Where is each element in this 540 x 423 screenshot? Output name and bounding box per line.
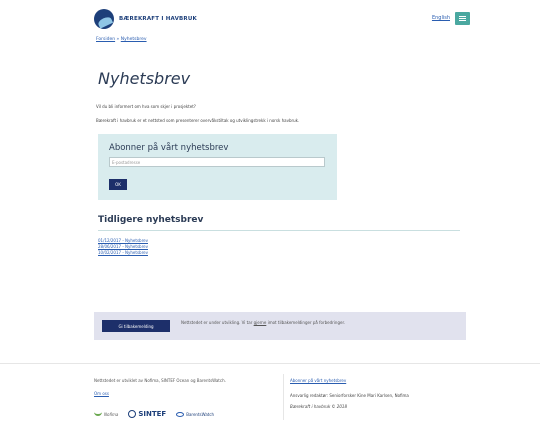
copyright-text: Bærekraft i havbruk © 2018 xyxy=(290,404,347,409)
hamburger-menu-icon-line xyxy=(459,18,466,19)
nofima-logo[interactable]: Nofima xyxy=(94,412,118,417)
sintef-logo-text: SINTEF xyxy=(138,410,167,418)
site-logo[interactable]: BÆREKRAFT I HAVBRUK xyxy=(94,9,197,29)
newsletter-link[interactable]: 01/12/2017 - Nyhetsbrev xyxy=(98,238,148,243)
footer-vertical-divider xyxy=(283,374,284,420)
hamburger-menu-icon xyxy=(459,15,466,17)
logo-text: BÆREKRAFT I HAVBRUK xyxy=(119,16,197,22)
intro-text: Vil du bli informert om hva som skjer i … xyxy=(96,104,196,109)
editor-text: Ansvarlig redaktør: Seniorforsker Kine M… xyxy=(290,393,409,398)
nofima-swoosh-icon xyxy=(94,412,102,416)
footer-owners-text: Nettstedet er utviklet av Nofima, SINTEF… xyxy=(94,378,226,383)
subscribe-panel: Abonner på vårt nyhetsbrev OK xyxy=(98,134,337,200)
previous-newsletters-list: 01/12/2017 - Nyhetsbrev 28/06/2017 - Nyh… xyxy=(98,238,148,256)
breadcrumb-current-link[interactable]: Nyhetsbrev xyxy=(121,37,147,42)
sintef-logo[interactable]: SINTEF xyxy=(128,410,166,418)
nofima-logo-text: Nofima xyxy=(104,411,119,417)
footer-subscribe-link[interactable]: Abonner på vårt nyhetsbrev xyxy=(290,378,470,383)
barentswatch-logo[interactable]: BarentsWatch xyxy=(176,411,215,417)
previous-newsletters-title: Tidligere nyhetsbrev xyxy=(98,215,204,225)
breadcrumb: Forsiden » Nyhetsbrev xyxy=(96,37,147,42)
feedback-text-before: Nettstedet er under utvikling. Vi tar xyxy=(181,320,254,325)
footer-divider xyxy=(0,363,540,364)
list-item: 10/02/2017 - Nyhetsbrev xyxy=(98,250,148,256)
barentswatch-logo-text: BarentsWatch xyxy=(186,411,215,417)
feedback-text-after: imot tilbakemeldinger på forbedringer. xyxy=(266,320,346,325)
partner-logos: Nofima SINTEF BarentsWatch xyxy=(94,410,214,418)
description-text: Bærekraft i havbruk er et nettsted som p… xyxy=(96,118,300,123)
site-header: BÆREKRAFT I HAVBRUK English xyxy=(94,8,470,30)
sintef-circle-icon xyxy=(128,410,137,418)
about-link[interactable]: Om oss xyxy=(94,391,279,396)
language-link-english[interactable]: English xyxy=(432,15,450,21)
feedback-text: Nettstedet er under utvikling. Vi tar gj… xyxy=(181,320,345,325)
breadcrumb-separator: » xyxy=(116,37,120,42)
footer-right: Abonner på vårt nyhetsbrev Ansvarlig red… xyxy=(290,378,470,409)
menu-button[interactable] xyxy=(455,12,470,25)
newsletter-link[interactable]: 28/06/2017 - Nyhetsbrev xyxy=(98,244,148,249)
feedback-button[interactable]: Gi tilbakemelding xyxy=(102,320,170,332)
subscribe-title: Abonner på vårt nyhetsbrev xyxy=(109,143,229,153)
breadcrumb-home-link[interactable]: Forsiden xyxy=(96,37,115,42)
page-title: Nyhetsbrev xyxy=(98,69,191,88)
fish-globe-logo-icon xyxy=(94,9,114,29)
barentswatch-wave-icon xyxy=(176,411,185,417)
ok-button[interactable]: OK xyxy=(109,179,127,190)
divider xyxy=(98,230,460,231)
footer-left: Nettstedet er utviklet av Nofima, SINTEF… xyxy=(94,378,279,418)
hamburger-menu-icon-line xyxy=(459,20,466,22)
feedback-link[interactable]: gjerne xyxy=(254,320,267,325)
email-field[interactable] xyxy=(109,157,325,167)
feedback-bar: Gi tilbakemelding Nettstedet er under ut… xyxy=(94,312,466,340)
newsletter-link[interactable]: 10/02/2017 - Nyhetsbrev xyxy=(98,250,148,255)
